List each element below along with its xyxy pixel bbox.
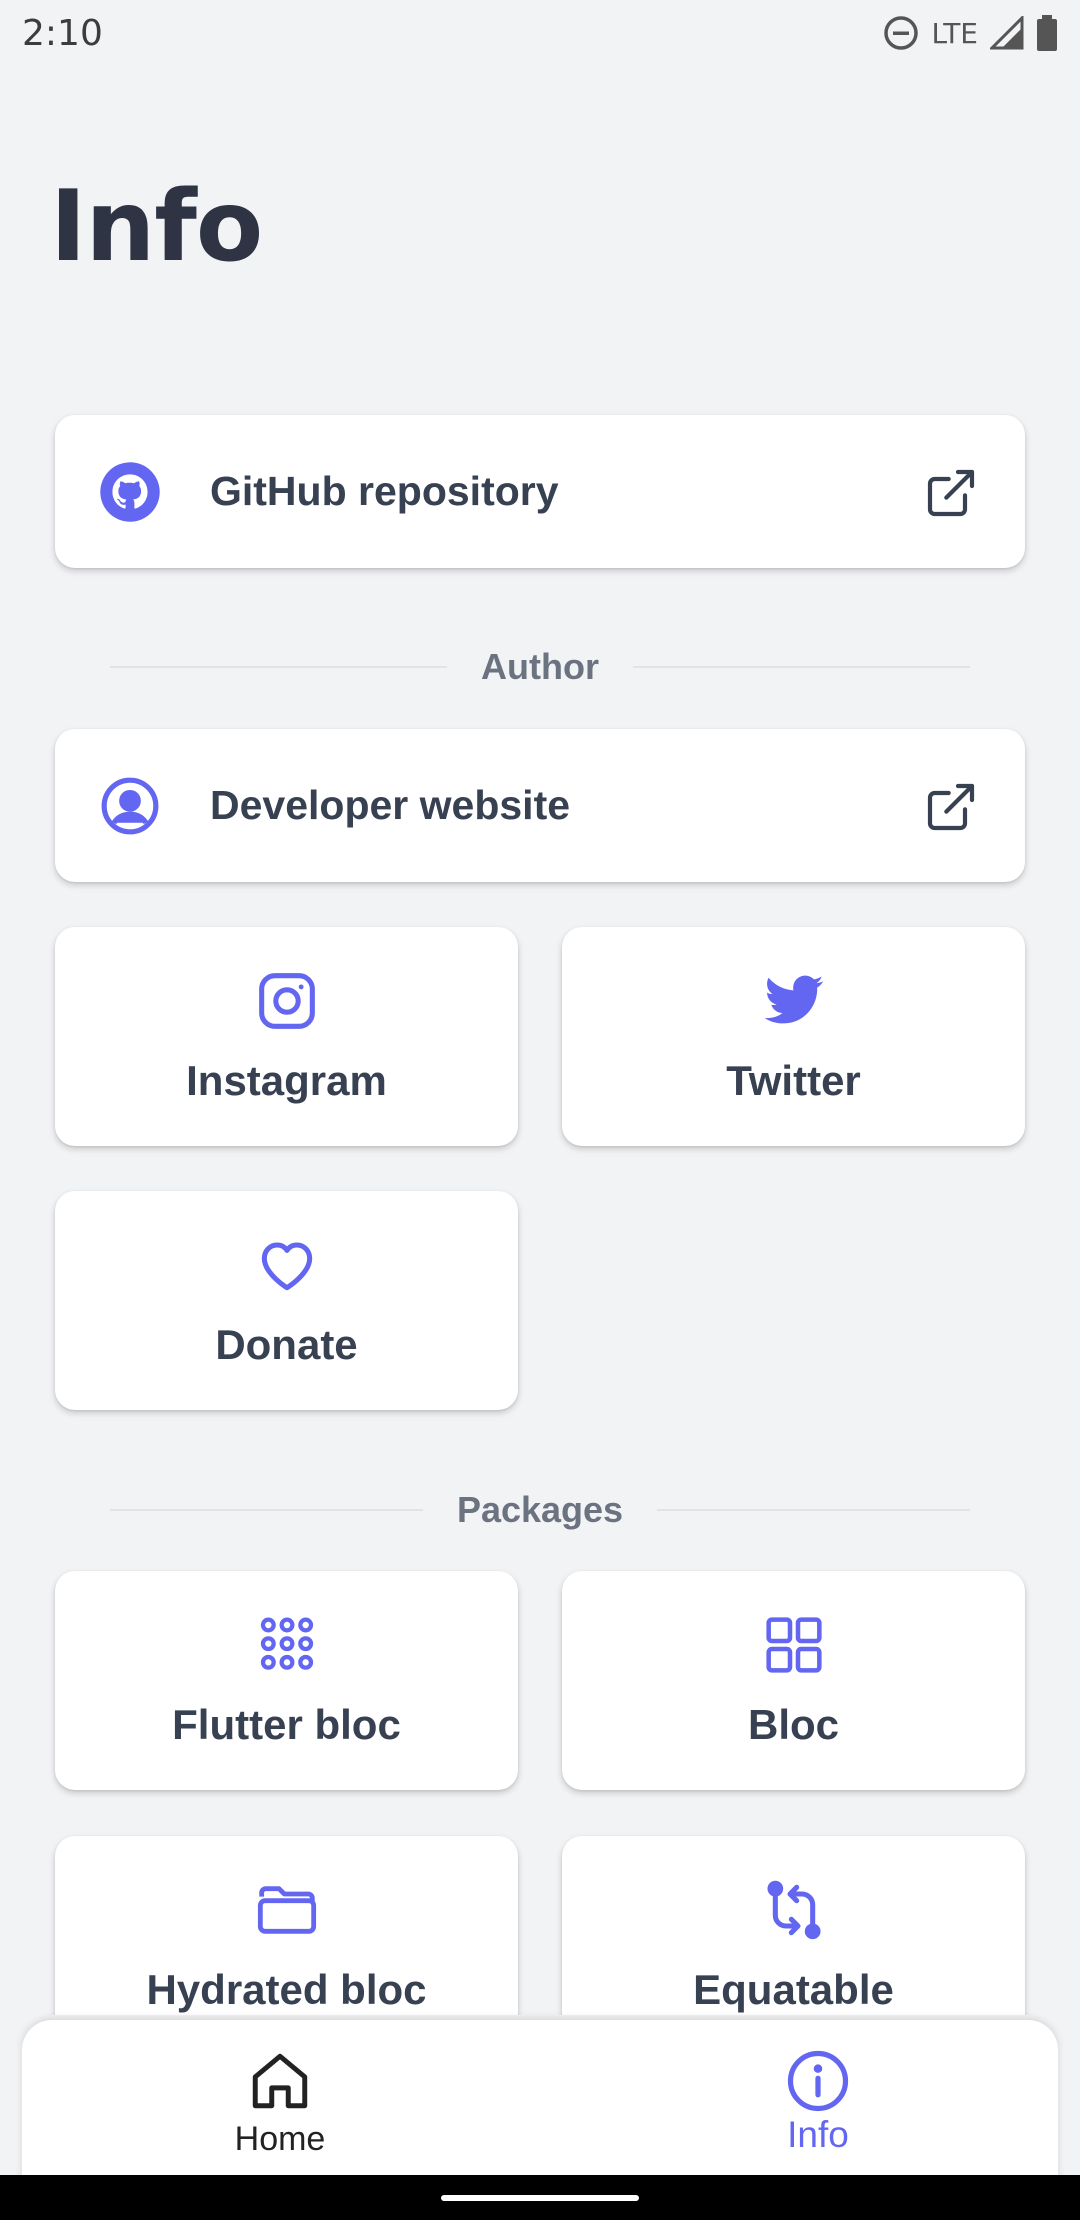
- nav-item-info[interactable]: Info: [668, 2020, 968, 2170]
- donate-tile[interactable]: Donate: [55, 1191, 518, 1410]
- twitter-icon: [764, 975, 823, 1024]
- scroll-content[interactable]: Info GitHub repository Author Developer …: [0, 0, 1080, 2015]
- packages-section-divider: Packages: [110, 1480, 971, 1540]
- system-navigation-bar: [0, 2175, 1080, 2220]
- home-icon: [252, 2053, 308, 2109]
- twitter-label: Twitter: [726, 1057, 861, 1104]
- flutter-bloc-label: Flutter bloc: [172, 1701, 401, 1748]
- dots-grid-icon: [260, 1617, 313, 1670]
- external-link-icon: [927, 469, 975, 517]
- divider-line: [110, 1509, 423, 1511]
- hydrated-bloc-label: Hydrated bloc: [146, 1966, 427, 2013]
- github-repository-link[interactable]: GitHub repository: [55, 415, 1025, 568]
- nav-home-label: Home: [234, 2120, 326, 2158]
- equatable-label: Equatable: [693, 1966, 894, 2013]
- bloc-label: Bloc: [747, 1701, 839, 1748]
- instagram-label: Instagram: [186, 1057, 387, 1104]
- home-gesture-handle[interactable]: [441, 2195, 639, 2201]
- github-icon: [100, 462, 160, 522]
- flutter-bloc-tile[interactable]: Flutter bloc: [55, 1571, 518, 1790]
- twitter-tile[interactable]: Twitter: [562, 927, 1025, 1146]
- instagram-tile[interactable]: Instagram: [55, 927, 518, 1146]
- instagram-icon: [258, 973, 315, 1029]
- author-section-heading: Author: [481, 646, 599, 687]
- heart-icon: [261, 1242, 312, 1291]
- info-icon: [787, 2050, 849, 2112]
- external-link-icon: [927, 783, 975, 831]
- developer-website-label: Developer website: [210, 782, 571, 828]
- developer-website-link[interactable]: Developer website: [55, 729, 1025, 882]
- divider-line: [110, 666, 448, 668]
- compare-arrows-icon: [766, 1880, 821, 1940]
- packages-section-heading: Packages: [456, 1489, 624, 1530]
- hydrated-bloc-tile[interactable]: Hydrated bloc: [55, 1836, 518, 2015]
- nav-info-label: Info: [787, 2114, 849, 2155]
- equatable-tile[interactable]: Equatable: [562, 1836, 1025, 2015]
- donate-label: Donate: [215, 1321, 358, 1368]
- page-title: Info: [50, 170, 263, 284]
- divider-line: [657, 1509, 971, 1511]
- bloc-tile[interactable]: Bloc: [562, 1571, 1025, 1790]
- grid-icon: [765, 1617, 822, 1673]
- github-repository-label: GitHub repository: [210, 468, 559, 514]
- nav-item-home[interactable]: Home: [130, 2020, 430, 2170]
- folder-icon: [257, 1886, 316, 1934]
- author-section-divider: Author: [110, 637, 970, 697]
- user-circle-icon: [101, 777, 159, 835]
- divider-line: [632, 666, 970, 668]
